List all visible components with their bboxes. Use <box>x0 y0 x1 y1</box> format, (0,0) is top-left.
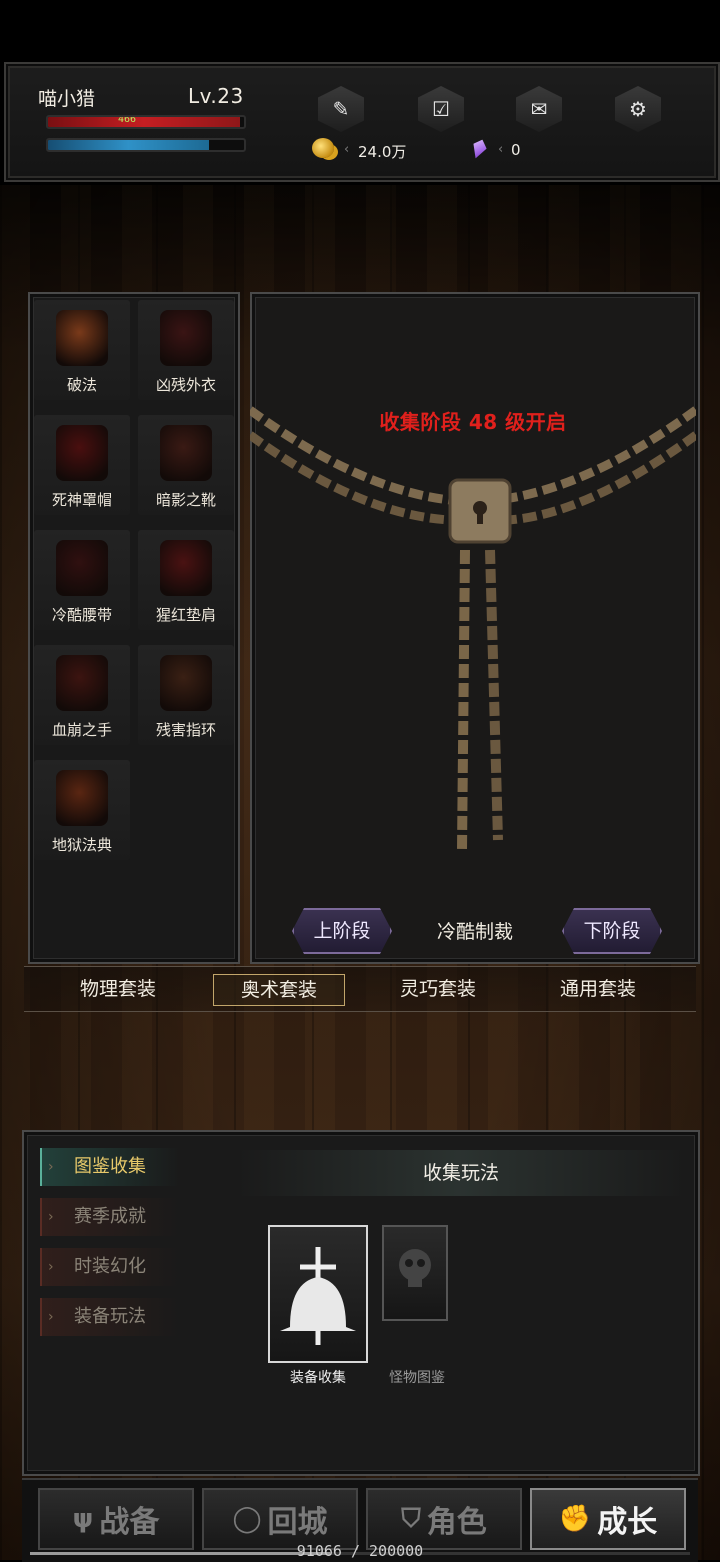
gold-expand-icon[interactable]: ‹ <box>344 142 349 157</box>
set-item-slot[interactable]: 凶残外衣 <box>138 300 234 400</box>
set-item-icon <box>56 540 108 596</box>
tab-agility-set[interactable]: 灵巧套装 <box>373 974 503 1004</box>
nav-label: 回城 <box>267 1505 328 1540</box>
nav-character[interactable]: ⛉ 角色 <box>366 1488 522 1550</box>
card-image <box>382 1225 448 1321</box>
fist-icon: ✊ <box>558 1504 592 1534</box>
set-item-icon <box>160 540 212 596</box>
bell-sword-icon <box>280 1247 356 1345</box>
gold-amount: 24.0万 <box>358 143 407 161</box>
tab-arcane-set[interactable]: 奥术套装 <box>213 974 345 1006</box>
hp-value: 466 <box>118 115 137 125</box>
set-item-icon <box>160 425 212 481</box>
set-item-label: 凶残外衣 <box>155 376 216 394</box>
gem-expand-icon[interactable]: ‹ <box>498 142 503 157</box>
set-item-icon <box>160 310 212 366</box>
stage-unlock-message: 收集阶段 48 级开启 <box>379 410 567 434</box>
side-tab-label: 图鉴收集 <box>74 1156 146 1177</box>
chevron-right-icon: › <box>48 1309 54 1325</box>
set-item-slot[interactable]: 暗影之靴 <box>138 415 234 515</box>
next-stage-button[interactable]: 下阶段 <box>562 908 662 954</box>
stage-name: 冷酷制裁 <box>436 921 513 943</box>
set-item-label: 冷酷腰带 <box>51 606 112 624</box>
chevron-right-icon: › <box>48 1259 54 1275</box>
portal-ring-icon: ◯ <box>232 1504 262 1534</box>
equipment-collection-card[interactable]: 装备收集 <box>268 1225 368 1386</box>
set-item-label: 残害指环 <box>155 721 216 739</box>
nav-label: 角色 <box>426 1505 487 1540</box>
nav-growth[interactable]: ✊ 成长 <box>530 1488 686 1550</box>
set-item-icon <box>56 655 108 711</box>
gem-amount: 0 <box>511 141 521 159</box>
quest-scroll-icon: ✎ <box>332 97 350 121</box>
skull-banner-icon <box>399 1249 431 1287</box>
side-tab-season-achievements[interactable]: › 赛季成就 <box>40 1198 180 1236</box>
set-item-label: 地狱法典 <box>51 836 112 854</box>
set-item-icon <box>56 770 108 826</box>
hp-bar-fill <box>48 117 241 127</box>
set-item-icon <box>56 425 108 481</box>
set-item-label: 暗影之靴 <box>155 491 216 509</box>
set-item-slot[interactable]: 残害指环 <box>138 645 234 745</box>
set-item-icon <box>56 310 108 366</box>
prev-stage-button[interactable]: 上阶段 <box>292 908 392 954</box>
tab-general-set[interactable]: 通用套装 <box>533 974 663 1004</box>
mp-bar <box>46 138 246 152</box>
hp-bar: 466 <box>46 115 246 129</box>
set-item-slot[interactable]: 破法 <box>34 300 130 400</box>
side-tab-transmog[interactable]: › 时装幻化 <box>40 1248 180 1286</box>
card-image <box>268 1225 368 1363</box>
player-level: Lv.23 <box>188 84 244 108</box>
set-item-slot[interactable]: 死神罩帽 <box>34 415 130 515</box>
trident-icon: ψ <box>72 1504 94 1534</box>
set-item-slot[interactable]: 猩红垫肩 <box>138 530 234 630</box>
chevron-right-icon: › <box>48 1159 54 1175</box>
calendar-check-icon: ☑ <box>432 97 450 121</box>
set-item-label: 破法 <box>66 376 97 394</box>
nav-return-town[interactable]: ◯ 回城 <box>202 1488 358 1550</box>
locked-chain-illustration <box>250 406 696 851</box>
side-tab-equipment-gameplay[interactable]: › 装备玩法 <box>40 1298 180 1336</box>
side-tab-label: 赛季成就 <box>74 1206 146 1227</box>
side-tab-label: 装备玩法 <box>74 1306 146 1327</box>
chevron-right-icon: › <box>48 1209 54 1225</box>
card-label: 装备收集 <box>290 1370 346 1386</box>
side-tab-codex[interactable]: › 图鉴收集 <box>40 1148 180 1186</box>
player-name: 喵小猎 <box>38 88 96 110</box>
section-header: 收集玩法 <box>236 1150 686 1196</box>
side-tab-label: 时装幻化 <box>74 1256 146 1277</box>
mp-bar-fill <box>48 140 209 150</box>
set-item-slot[interactable]: 冷酷腰带 <box>34 530 130 630</box>
set-item-label: 猩红垫肩 <box>155 606 216 624</box>
helmet-icon: ⛉ <box>401 1503 421 1534</box>
nav-label: 战备 <box>99 1505 160 1540</box>
set-item-label: 血崩之手 <box>51 721 112 739</box>
set-item-label: 死神罩帽 <box>51 491 112 509</box>
monster-codex-card[interactable]: 怪物图鉴 <box>382 1225 452 1386</box>
nav-battle-prep[interactable]: ψ 战备 <box>38 1488 194 1550</box>
gold-coins-icon <box>312 138 334 158</box>
set-item-slot[interactable]: 血崩之手 <box>34 645 130 745</box>
nav-label: 成长 <box>597 1505 658 1540</box>
set-item-icon <box>160 655 212 711</box>
settings-gear-icon: ⚙ <box>629 97 647 121</box>
tab-physical-set[interactable]: 物理套装 <box>53 974 183 1004</box>
mail-icon: ✉ <box>530 97 548 121</box>
experience-text: 91066 / 200000 <box>296 1542 424 1560</box>
card-label: 怪物图鉴 <box>389 1370 445 1386</box>
set-item-slot[interactable]: 地狱法典 <box>34 760 130 860</box>
